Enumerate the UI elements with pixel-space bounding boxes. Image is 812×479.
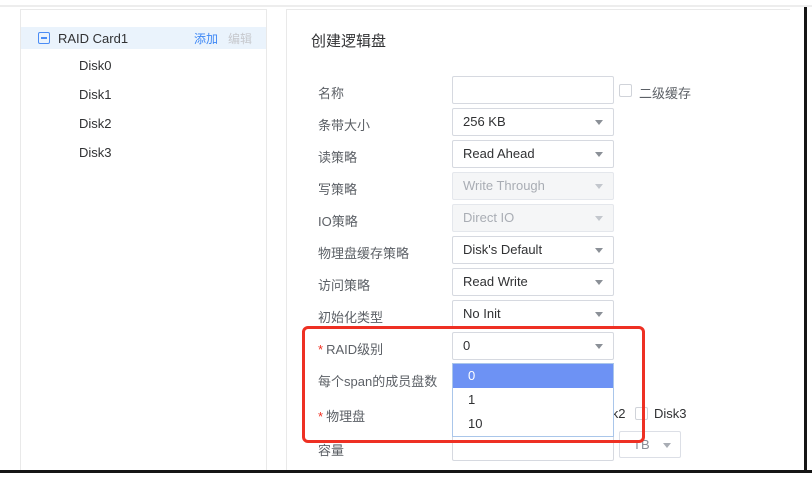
disk-cache-policy-row: 物理盘缓存策略 Disk's Default [287, 236, 790, 264]
raid-config-screen: { "colors": { "accent_blue": "#3d87f5", … [0, 0, 812, 479]
stripe-size-select[interactable]: 256 KB [452, 108, 614, 136]
write-policy-value: Write Through [463, 178, 545, 193]
page-title: 创建逻辑盘 [311, 30, 386, 51]
disk3-checkbox[interactable] [635, 407, 648, 420]
raid-level-label: *RAID级别 [318, 339, 383, 358]
secondary-cache-checkbox[interactable] [619, 84, 632, 97]
disk-cache-policy-select[interactable]: Disk's Default [452, 236, 614, 264]
screenshot-right-border [804, 7, 807, 473]
io-policy-value: Direct IO [463, 210, 514, 225]
name-row: 名称 二级缓存 [287, 76, 790, 104]
required-mark: * [318, 342, 323, 357]
access-policy-value: Read Write [463, 274, 528, 289]
sidebar-item-disk1[interactable]: Disk1 [79, 86, 112, 104]
init-type-value: No Init [463, 306, 501, 321]
create-logical-disk-panel: 创建逻辑盘 名称 二级缓存 条带大小 256 KB 读策略 Read Ahead… [286, 9, 790, 470]
chevron-down-icon [595, 248, 603, 253]
write-policy-select: Write Through [452, 172, 614, 200]
edit-link[interactable]: 编辑 [228, 30, 252, 47]
access-policy-select[interactable]: Read Write [452, 268, 614, 296]
io-policy-select: Direct IO [452, 204, 614, 232]
name-input[interactable] [452, 76, 614, 104]
chevron-down-icon [595, 120, 603, 125]
read-policy-row: 读策略 Read Ahead [287, 140, 790, 168]
stripe-size-value: 256 KB [463, 114, 506, 129]
capacity-label: 容量 [318, 440, 344, 459]
sidebar-item-disk0[interactable]: Disk0 [79, 57, 112, 75]
disk-cache-policy-value: Disk's Default [463, 242, 542, 257]
chevron-down-icon [595, 280, 603, 285]
physical-disks-label: *物理盘 [318, 406, 365, 425]
dropdown-option-0[interactable]: 0 [453, 364, 613, 388]
io-policy-row: IO策略 Direct IO [287, 204, 790, 232]
chevron-down-icon [595, 312, 603, 317]
init-type-select[interactable]: No Init [452, 300, 614, 328]
stripe-size-label: 条带大小 [318, 115, 370, 134]
write-policy-row: 写策略 Write Through [287, 172, 790, 200]
sidebar-item-raid-card1[interactable]: RAID Card1 添加 编辑 [21, 27, 266, 49]
screenshot-bottom-border [0, 470, 812, 473]
read-policy-value: Read Ahead [463, 146, 535, 161]
access-policy-row: 访问策略 Read Write [287, 268, 790, 296]
raid-level-row: *RAID级别 0 [287, 332, 790, 360]
capacity-row: 容量 TB [287, 433, 790, 461]
raid-level-select[interactable]: 0 [452, 332, 614, 360]
dropdown-option-10[interactable]: 10 [453, 412, 613, 436]
span-members-label: 每个span的成员盘数 [318, 371, 437, 390]
chevron-down-icon [595, 216, 603, 221]
dropdown-option-1[interactable]: 1 [453, 388, 613, 412]
capacity-input[interactable] [452, 433, 614, 461]
add-link[interactable]: 添加 [194, 30, 218, 47]
read-policy-select[interactable]: Read Ahead [452, 140, 614, 168]
capacity-unit-select[interactable]: TB [619, 431, 681, 458]
chevron-down-icon [595, 344, 603, 349]
capacity-unit-value: TB [633, 437, 650, 452]
init-type-row: 初始化类型 No Init [287, 300, 790, 328]
collapse-minus-icon[interactable] [38, 32, 50, 44]
required-mark: * [318, 409, 323, 424]
name-label: 名称 [318, 83, 344, 102]
sidebar-item-disk2[interactable]: Disk2 [79, 115, 112, 133]
init-type-label: 初始化类型 [318, 307, 383, 326]
screenshot-top-edge [0, 5, 812, 7]
disk-cache-policy-label: 物理盘缓存策略 [318, 243, 409, 262]
raid-card-actions: 添加 编辑 [194, 30, 252, 47]
chevron-down-icon [595, 152, 603, 157]
raid-level-value: 0 [463, 338, 470, 353]
raid-card-label: RAID Card1 [58, 31, 128, 46]
raid-level-dropdown-list: 0 1 10 [452, 363, 614, 437]
write-policy-label: 写策略 [318, 179, 357, 198]
stripe-size-row: 条带大小 256 KB [287, 108, 790, 136]
read-policy-label: 读策略 [318, 147, 357, 166]
sidebar-item-disk3[interactable]: Disk3 [79, 144, 112, 162]
disk3-checkbox-label: Disk3 [654, 406, 687, 421]
secondary-cache-label: 二级缓存 [639, 83, 691, 102]
device-tree-sidebar: RAID Card1 添加 编辑 Disk0 Disk1 Disk2 Disk3 [20, 9, 267, 470]
chevron-down-icon [595, 184, 603, 189]
io-policy-label: IO策略 [318, 211, 358, 230]
access-policy-label: 访问策略 [318, 275, 370, 294]
chevron-down-icon [663, 443, 671, 448]
